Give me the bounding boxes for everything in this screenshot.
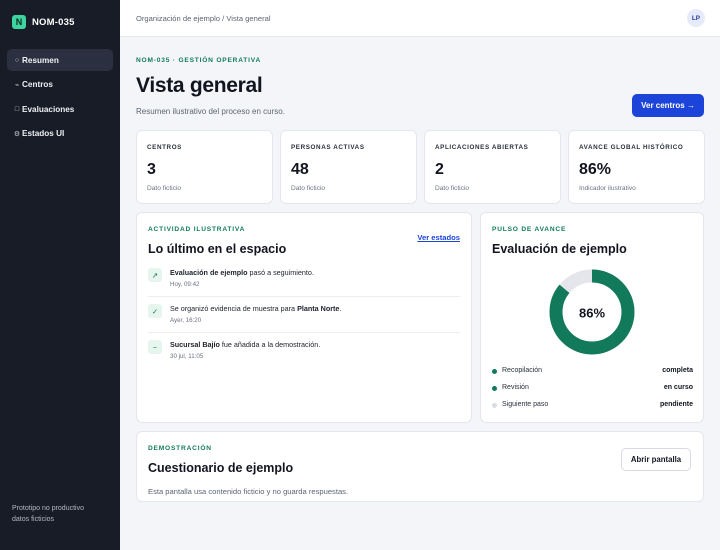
legend-name: Revisión — [502, 384, 529, 391]
stat-note: Dato ficticio — [435, 185, 470, 192]
activity-card: ACTIVIDAD ILUSTRATIVA Lo último en el es… — [136, 212, 472, 423]
sidebar-nav: ○ Resumen ⌁ Centros □ Evaluaciones ⚙ Est… — [0, 49, 120, 145]
activity-text: Sucursal Bajío fue añadida a la demostra… — [170, 340, 321, 349]
sidebar-item-label: Evaluaciones — [22, 104, 75, 114]
view-centers-button[interactable]: Ver centros → — [632, 94, 704, 117]
sidebar-footer: Prototipo no productivo datos ficticios — [12, 504, 84, 525]
sidebar-item-label: Resumen — [22, 55, 59, 65]
stat-value: 3 — [147, 161, 156, 178]
sidebar-footer-line: datos ficticios — [12, 515, 55, 523]
progress-card: PULSO DE AVANCE Evaluación de ejemplo 86… — [480, 212, 704, 423]
stat-card-personas: PERSONAS ACTIVAS 48 Dato ficticio — [280, 130, 417, 204]
stat-card-centros: CENTROS 3 Dato ficticio — [136, 130, 273, 204]
legend-name: Recopilación — [502, 367, 543, 374]
divider — [148, 332, 460, 333]
legend-row-revision: Revisión en curso — [492, 384, 693, 394]
sidebar-item-estados-ui[interactable]: ⚙ Estados UI — [7, 123, 113, 145]
stat-label: APLICACIONES ABIERTAS — [435, 144, 529, 151]
sidebar-item-centros[interactable]: ⌁ Centros — [7, 74, 113, 96]
donut-label: 86% — [579, 306, 605, 321]
activity-time: 30 jul, 11:05 — [170, 353, 204, 360]
demo-card: DEMOSTRACIÓN Cuestionario de ejemplo Est… — [136, 431, 704, 502]
brand-name: NOM-035 — [32, 16, 75, 28]
progress-title: Evaluación de ejemplo — [492, 242, 627, 256]
sidebar-item-label: Centros — [22, 80, 53, 89]
legend-status: en curso — [663, 384, 693, 391]
legend-row-siguiente: Siguiente paso pendiente — [492, 401, 693, 411]
gear-icon: ⚙ — [13, 130, 21, 138]
sidebar-item-evaluaciones[interactable]: □ Evaluaciones — [7, 98, 113, 120]
stat-card-avance: AVANCE GLOBAL HISTÓRICO 86% Indicador il… — [568, 130, 705, 204]
stat-value: 2 — [435, 161, 444, 178]
legend-dot — [492, 403, 497, 408]
progress-eyebrow: PULSO DE AVANCE — [492, 226, 567, 233]
brand-logo-icon: N — [12, 15, 26, 29]
brand[interactable]: N NOM-035 — [0, 2, 120, 42]
legend-dot — [492, 386, 497, 391]
activity-time: Hoy, 09:42 — [170, 281, 200, 288]
avatar[interactable]: LP — [687, 9, 705, 27]
stat-label: PERSONAS ACTIVAS — [291, 144, 365, 151]
open-screen-button[interactable]: Abrir pantalla — [621, 448, 691, 471]
stat-value: 48 — [291, 161, 309, 178]
sidebar-item-resumen[interactable]: ○ Resumen — [7, 49, 113, 71]
legend-status: completa — [662, 367, 693, 374]
topbar: Organización de ejemplo / Vista general … — [120, 0, 720, 37]
trend-up-icon: ↗ — [148, 268, 162, 282]
view-states-link[interactable]: Ver estados — [417, 233, 460, 242]
legend-dot — [492, 369, 497, 374]
activity-text: Evaluación de ejemplo pasó a seguimiento… — [170, 268, 314, 277]
activity-time: Ayer, 16:20 — [170, 317, 202, 324]
sidebar-item-label: Estados UI — [22, 129, 65, 138]
breadcrumb: Organización de ejemplo / Vista general — [136, 14, 271, 23]
page-eyebrow: NOM-035 · GESTIÓN OPERATIVA — [136, 57, 262, 64]
check-icon: ✓ — [148, 304, 162, 318]
circle-icon: ○ — [14, 56, 20, 64]
sidebar: N NOM-035 ○ Resumen ⌁ Centros □ Evaluaci… — [0, 0, 120, 550]
stat-note: Indicador ilustrativo — [579, 185, 636, 192]
legend-name: Siguiente paso — [502, 401, 549, 408]
progress-donut: 86% — [549, 269, 635, 355]
demo-title: Cuestionario de ejemplo — [148, 461, 294, 475]
square-icon: □ — [14, 105, 20, 113]
stat-label: AVANCE GLOBAL HISTÓRICO — [579, 144, 684, 151]
wave-icon: ~ — [148, 340, 162, 354]
stat-note: Dato ficticio — [291, 185, 326, 192]
page-title: Vista general — [136, 74, 263, 97]
main-content: NOM-035 · GESTIÓN OPERATIVA Vista genera… — [120, 37, 720, 550]
pulse-icon: ⌁ — [14, 81, 20, 89]
demo-eyebrow: DEMOSTRACIÓN — [148, 445, 212, 452]
legend-row-recopilacion: Recopilación completa — [492, 367, 693, 377]
demo-description: Esta pantalla usa contenido ficticio y n… — [148, 487, 349, 496]
divider — [148, 296, 460, 297]
activity-eyebrow: ACTIVIDAD ILUSTRATIVA — [148, 226, 246, 233]
page-subtitle: Resumen ilustrativo del proceso en curso… — [136, 107, 285, 116]
legend-status: pendiente — [659, 401, 693, 408]
stat-note: Dato ficticio — [147, 185, 182, 192]
stat-value: 86% — [579, 161, 612, 178]
sidebar-footer-line: Prototipo no productivo — [12, 505, 84, 512]
stat-card-aplicaciones: APLICACIONES ABIERTAS 2 Dato ficticio — [424, 130, 561, 204]
activity-text: Se organizó evidencia de muestra para Pl… — [170, 304, 342, 313]
stat-label: CENTROS — [147, 144, 182, 151]
activity-title: Lo último en el espacio — [148, 242, 287, 256]
